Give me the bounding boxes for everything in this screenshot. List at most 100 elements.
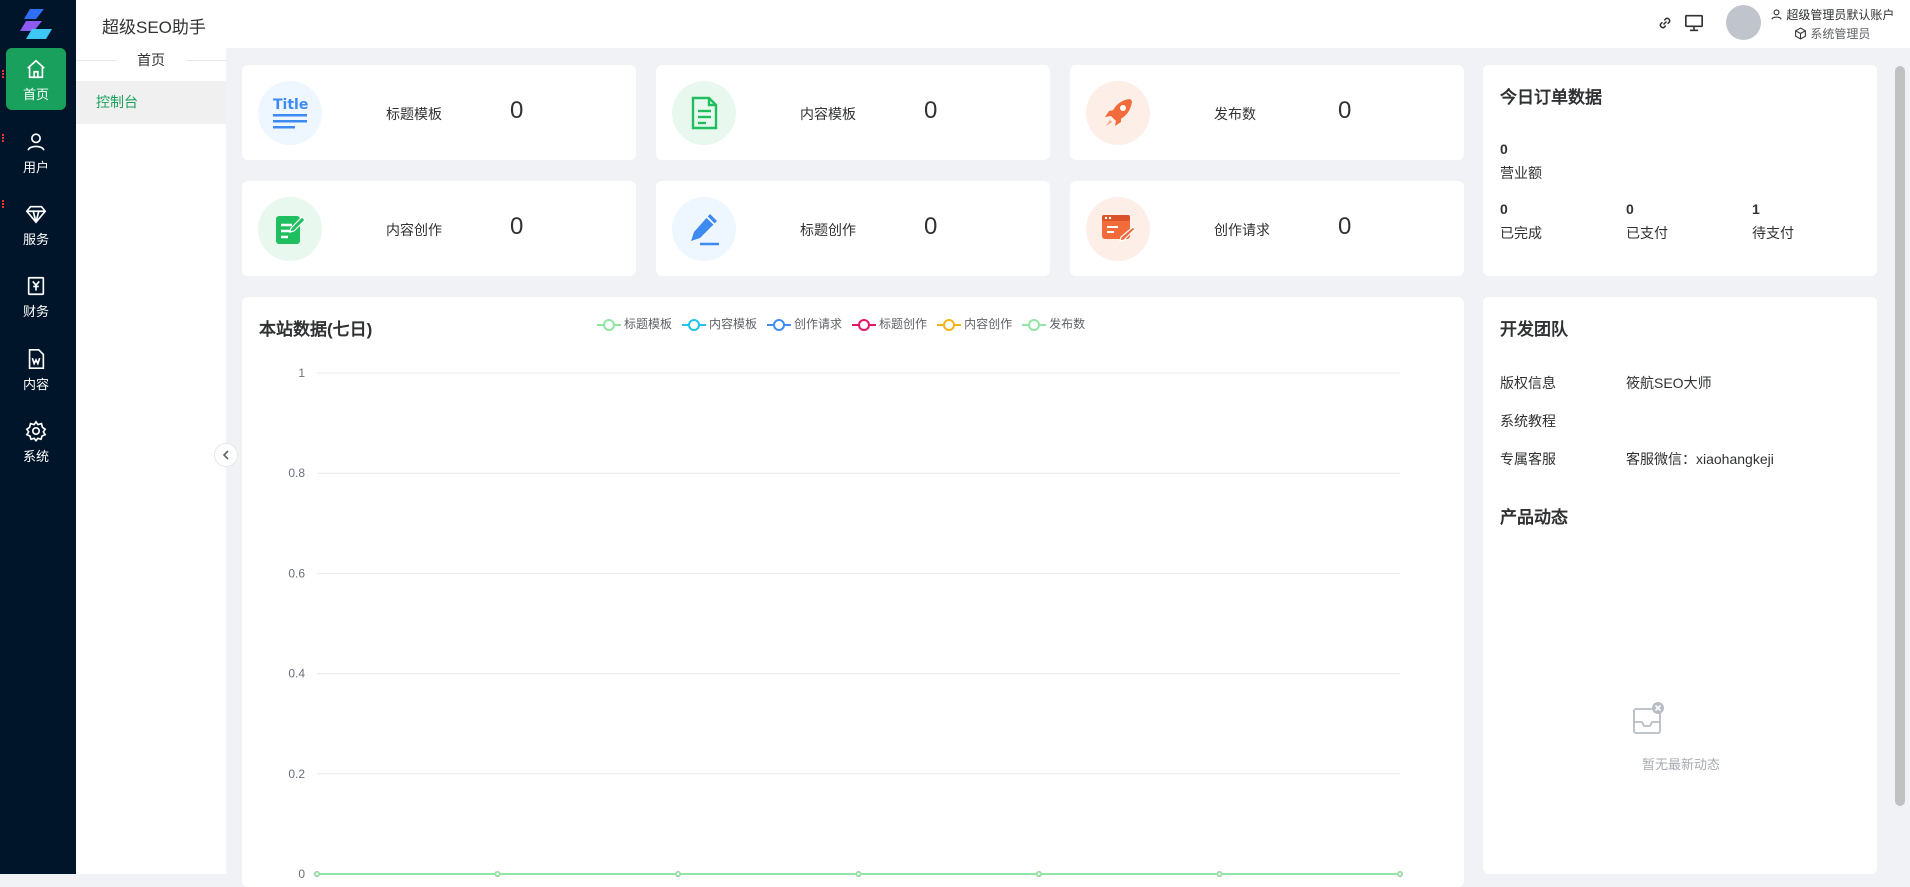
user-name[interactable]: 超级管理员默认账户 <box>1770 6 1894 23</box>
gear-icon <box>25 420 47 442</box>
chart-point[interactable] <box>1036 871 1042 877</box>
chart-y-tick-label: 0.8 <box>288 466 305 480</box>
sub-nav: 首页 控制台 <box>76 48 226 874</box>
stat-value: 0 <box>924 213 938 240</box>
user-role: 系统管理员 <box>1794 25 1870 42</box>
stat-value: 0 <box>510 97 524 124</box>
team-key: 系统教程 <box>1500 413 1556 429</box>
line-chart: 1 0.8 0.6 0.4 0.2 0 <box>288 366 1403 881</box>
stat-label: 创作请求 <box>1214 222 1270 238</box>
rail-label: 系统 <box>22 449 49 464</box>
rail-marker <box>2 134 5 142</box>
stat-card-title-template[interactable]: Title 标题模板 0 <box>242 65 636 160</box>
rail-marker <box>2 70 5 78</box>
stat-icon-bg <box>672 81 736 145</box>
user-icon <box>1771 9 1782 20</box>
rail-item-finance[interactable]: 财务 <box>6 265 66 327</box>
stat-label: 内容创作 <box>386 222 442 238</box>
rail-marker <box>2 200 5 208</box>
team-value: 筱航SEO大师 <box>1626 375 1712 391</box>
chart-point[interactable] <box>1216 871 1223 877</box>
subnav-title: 首页 <box>76 48 226 72</box>
subnav-item-console[interactable]: 控制台 <box>76 81 226 124</box>
chart-y-tick-label: 0 <box>298 867 305 881</box>
orders-title: 今日订单数据 <box>1500 88 1602 107</box>
user-name-text: 超级管理员默认账户 <box>1786 8 1895 22</box>
monitor-icon[interactable] <box>1684 14 1704 32</box>
stat-card-content-template[interactable]: 内容模板 0 <box>656 65 1050 160</box>
empty-text: 暂无最新动态 <box>1641 757 1720 772</box>
orders-card: 今日订单数据 0 营业额 0 已完成 0 已支付 1 待支付 <box>1483 65 1877 276</box>
stat-icon-bg <box>1086 197 1150 261</box>
request-icon <box>1102 215 1136 242</box>
stat-label: 标题模板 <box>386 106 442 122</box>
chart-point[interactable] <box>1397 871 1403 877</box>
stat-icon-bg <box>672 197 736 261</box>
team-value: 客服微信：xiaohangkeji <box>1626 451 1774 467</box>
collapse-sidebar-button[interactable] <box>214 443 238 467</box>
empty-inbox-icon <box>1633 702 1664 734</box>
finance-icon <box>27 276 45 296</box>
paid-label: 已支付 <box>1626 225 1668 241</box>
pending-value: 1 <box>1752 201 1760 217</box>
rail-label: 内容 <box>22 377 49 392</box>
chart-y-tick-label: 0.2 <box>288 767 305 781</box>
stat-icon-bg <box>1086 81 1150 145</box>
rail-item-content[interactable]: 内容 <box>6 338 66 400</box>
stat-card-content-creation[interactable]: 内容创作 0 <box>242 181 636 276</box>
stat-card-title-creation[interactable]: 标题创作 0 <box>656 181 1050 276</box>
user-role-text: 系统管理员 <box>1810 27 1871 41</box>
svg-text:Title: Title <box>273 97 308 113</box>
diamond-icon <box>25 205 47 224</box>
rail-item-service[interactable]: 服务 <box>6 193 66 255</box>
cube-icon <box>1795 27 1806 40</box>
revenue-value: 0 <box>1500 141 1508 157</box>
chart-y-tick-label: 0.6 <box>288 566 305 580</box>
stat-card-creation-request[interactable]: 创作请求 0 <box>1070 181 1464 276</box>
stat-value: 0 <box>1338 97 1352 124</box>
edit-note-icon <box>276 216 306 244</box>
document-icon <box>28 349 45 369</box>
rail-label: 首页 <box>22 87 49 102</box>
stat-icon-bg: Title <box>258 81 322 145</box>
app-logo <box>20 9 52 39</box>
pen-icon <box>691 214 719 246</box>
user-icon <box>27 133 45 151</box>
avatar[interactable] <box>1726 5 1761 40</box>
completed-label: 已完成 <box>1500 225 1542 241</box>
rail-label: 服务 <box>22 232 49 247</box>
stat-label: 内容模板 <box>800 106 856 122</box>
pending-label: 待支付 <box>1752 225 1794 241</box>
rail-item-user[interactable]: 用户 <box>6 121 66 183</box>
team-card: 开发团队 版权信息 筱航SEO大师 系统教程 专属客服 客服微信：xiaohan… <box>1483 297 1877 874</box>
chevron-left-icon <box>222 450 229 460</box>
top-bar: 超级SEO助手 超级管理员默认账户 系统管理员 <box>76 0 1910 48</box>
chart-y-tick-label: 1 <box>298 366 305 380</box>
chart-point[interactable] <box>314 871 320 877</box>
team-key: 版权信息 <box>1500 375 1556 391</box>
stat-label: 发布数 <box>1214 106 1256 122</box>
news-title: 产品动态 <box>1500 508 1568 527</box>
revenue-label: 营业额 <box>1500 165 1542 181</box>
stat-label: 标题创作 <box>800 222 856 238</box>
chart-y-tick-label: 0.4 <box>288 667 305 681</box>
rocket-icon <box>1105 99 1132 126</box>
chart-point[interactable] <box>855 871 862 877</box>
chart-point[interactable] <box>494 871 501 877</box>
team-key: 专属客服 <box>1500 451 1556 467</box>
rail-item-system[interactable]: 系统 <box>6 410 66 472</box>
app-title: 超级SEO助手 <box>102 18 206 37</box>
document-icon <box>691 96 718 130</box>
paid-value: 0 <box>1626 201 1634 217</box>
stat-icon-bg <box>258 197 322 261</box>
stat-value: 0 <box>924 97 938 124</box>
stat-value: 0 <box>510 213 524 240</box>
completed-value: 0 <box>1500 201 1508 217</box>
page-scrollbar[interactable] <box>1895 66 1905 806</box>
chart-point[interactable] <box>675 871 681 877</box>
stat-card-publish-count[interactable]: 发布数 0 <box>1070 65 1464 160</box>
rail-item-home[interactable]: 首页 <box>6 48 66 110</box>
team-title: 开发团队 <box>1500 320 1568 339</box>
link-icon[interactable] <box>1656 14 1674 32</box>
side-rail: 首页 用户 服务 财务 内容 系统 <box>0 0 76 874</box>
